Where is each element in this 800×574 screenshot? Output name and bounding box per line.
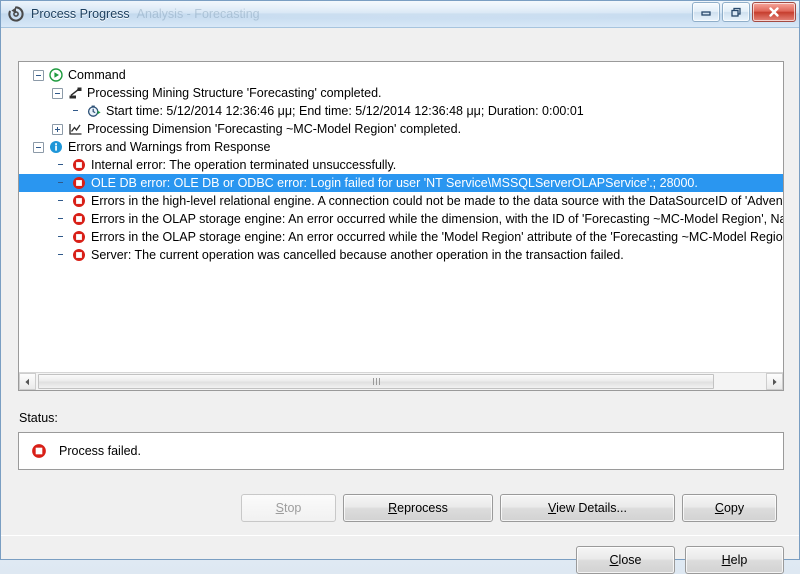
copy-button-label: opy: [723, 501, 745, 515]
title-bar[interactable]: Process Progress Analysis - Forecasting: [1, 1, 799, 28]
tree-row[interactable]: Start time: 5/12/2014 12:36:46 μμ; End t…: [19, 102, 783, 120]
close-button-footer[interactable]: Close: [576, 546, 675, 574]
collapse-toggle[interactable]: [33, 69, 44, 81]
close-button[interactable]: [752, 2, 796, 22]
no-toggle: [56, 214, 67, 225]
view-details-button[interactable]: View Details...: [500, 494, 675, 522]
minimize-button[interactable]: [692, 2, 720, 22]
tree-row-label: Errors in the OLAP storage engine: An er…: [91, 212, 783, 226]
no-toggle: [56, 232, 67, 243]
no-toggle: [71, 106, 82, 117]
copy-button-mnemonic: C: [714, 501, 724, 515]
expand-toggle[interactable]: [52, 123, 63, 135]
tree-row[interactable]: Errors in the OLAP storage engine: An er…: [19, 228, 783, 246]
scroll-left-icon[interactable]: [19, 373, 36, 390]
error-icon: [71, 157, 87, 173]
error-icon: [71, 175, 87, 191]
dialog-body: Command Processing Mining Structure 'For…: [1, 28, 799, 574]
window-title: Process Progress: [31, 7, 130, 21]
dialog-footer: [1, 535, 799, 559]
error-icon: [31, 443, 47, 459]
close-button-mnemonic: C: [609, 553, 619, 567]
copy-button[interactable]: Copy: [682, 494, 777, 522]
progress-tree-panel[interactable]: Command Processing Mining Structure 'For…: [18, 61, 784, 391]
scroll-right-icon[interactable]: [766, 373, 783, 390]
collapse-toggle[interactable]: [33, 141, 44, 153]
tree-row-label: Processing Dimension 'Forecasting ~MC-Mo…: [87, 122, 462, 136]
help-button-mnemonic: H: [721, 553, 731, 567]
tree-row-label: Command: [68, 68, 126, 82]
status-label: Status:: [19, 411, 58, 425]
process-progress-icon: [7, 5, 25, 23]
collapse-toggle[interactable]: [52, 87, 63, 99]
info-icon: [48, 139, 64, 155]
no-toggle: [56, 196, 67, 207]
clock-icon: [86, 103, 102, 119]
tree-row-label: Errors and Warnings from Response: [68, 140, 271, 154]
stop-button-label: top: [283, 501, 302, 515]
tree-row[interactable]: Server: The current operation was cancel…: [19, 246, 783, 264]
tree-row-label: Errors in the OLAP storage engine: An er…: [91, 230, 783, 244]
command-run-icon: [48, 67, 64, 83]
help-button[interactable]: Help: [685, 546, 784, 574]
reprocess-button-label: eprocess: [397, 501, 448, 515]
error-icon: [71, 229, 87, 245]
window-controls: [692, 2, 796, 22]
tree-row-label: Errors in the high-level relational engi…: [91, 194, 783, 208]
tree-row-label: Internal error: The operation terminated…: [91, 158, 397, 172]
process-progress-window: Process Progress Analysis - Forecasting: [0, 0, 800, 574]
tree-row-label: Server: The current operation was cancel…: [91, 248, 624, 262]
view-details-button-mnemonic: V: [548, 501, 557, 515]
reprocess-button-mnemonic: R: [388, 501, 398, 515]
view-details-button-label: iew Details...: [556, 501, 627, 515]
no-toggle: [56, 250, 67, 261]
scrollbar-thumb[interactable]: [38, 374, 714, 389]
dimension-icon: [67, 121, 83, 137]
tree-row-label: OLE DB error: OLE DB or ODBC error: Logi…: [91, 176, 698, 190]
tree-row[interactable]: Errors in the high-level relational engi…: [19, 192, 783, 210]
tree-row[interactable]: Command: [19, 66, 783, 84]
status-panel: Process failed.: [18, 432, 784, 470]
stop-button[interactable]: Stop: [241, 494, 336, 522]
help-button-label: elp: [730, 553, 748, 567]
restore-button[interactable]: [722, 2, 750, 22]
progress-tree[interactable]: Command Processing Mining Structure 'For…: [19, 62, 783, 371]
stop-button-mnemonic: S: [275, 501, 284, 515]
close-button-label: lose: [618, 553, 642, 567]
error-icon: [71, 211, 87, 227]
tree-row[interactable]: Processing Dimension 'Forecasting ~MC-Mo…: [19, 120, 783, 138]
error-icon: [71, 193, 87, 209]
mining-structure-icon: [67, 85, 83, 101]
scrollbar-track[interactable]: [36, 373, 766, 390]
reprocess-button[interactable]: Reprocess: [343, 494, 493, 522]
no-toggle: [56, 160, 67, 171]
tree-row-label: Processing Mining Structure 'Forecasting…: [87, 86, 382, 100]
horizontal-scrollbar[interactable]: [19, 372, 783, 390]
scrollbar-grip: [372, 378, 380, 385]
tree-row[interactable]: Processing Mining Structure 'Forecasting…: [19, 84, 783, 102]
tree-row-label: Start time: 5/12/2014 12:36:46 μμ; End t…: [106, 104, 584, 118]
tree-row[interactable]: Internal error: The operation terminated…: [19, 156, 783, 174]
tree-row[interactable]: Errors in the OLAP storage engine: An er…: [19, 210, 783, 228]
no-toggle: [56, 178, 67, 189]
error-icon: [71, 247, 87, 263]
window-title-ghost: Analysis - Forecasting: [136, 7, 260, 21]
status-message: Process failed.: [59, 444, 141, 458]
tree-row[interactable]: Errors and Warnings from Response: [19, 138, 783, 156]
tree-row-selected[interactable]: OLE DB error: OLE DB or ODBC error: Logi…: [19, 174, 783, 192]
